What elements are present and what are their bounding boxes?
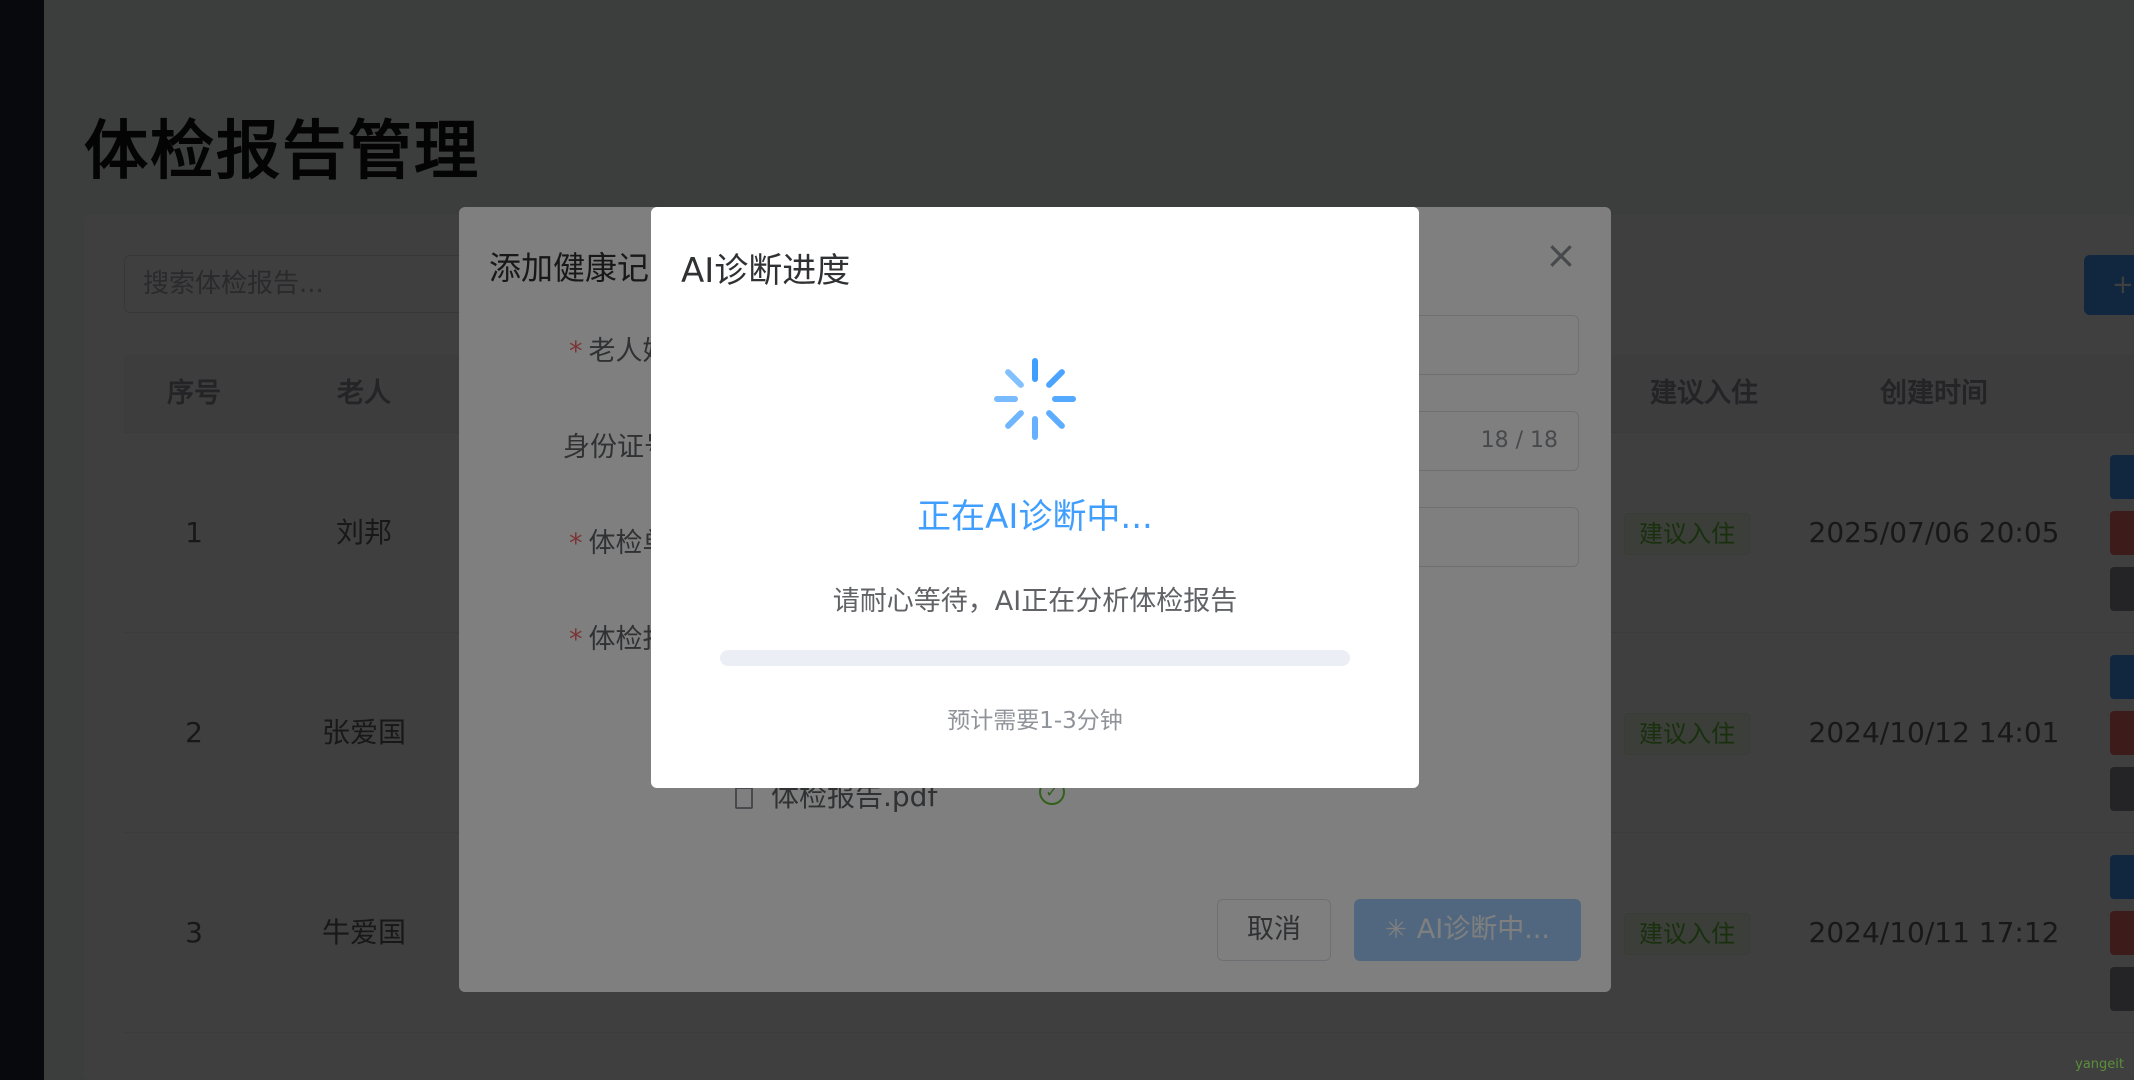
loading-spinner-icon — [994, 358, 1076, 440]
diagnosis-tip: 请耐心等待，AI正在分析体检报告 — [832, 586, 1238, 617]
diagnosis-status: 正在AI诊断中... — [917, 497, 1153, 537]
progress-bar — [720, 650, 1350, 666]
eta-text: 预计需要1-3分钟 — [947, 708, 1123, 734]
ai-progress-dialog: AI诊断进度 正在AI诊断中... 请耐心等待，AI正在分析体检报告 预计需要1… — [651, 207, 1419, 788]
watermark: yangeit — [2075, 1057, 2124, 1072]
progress-dialog-title: AI诊断进度 — [681, 251, 851, 291]
